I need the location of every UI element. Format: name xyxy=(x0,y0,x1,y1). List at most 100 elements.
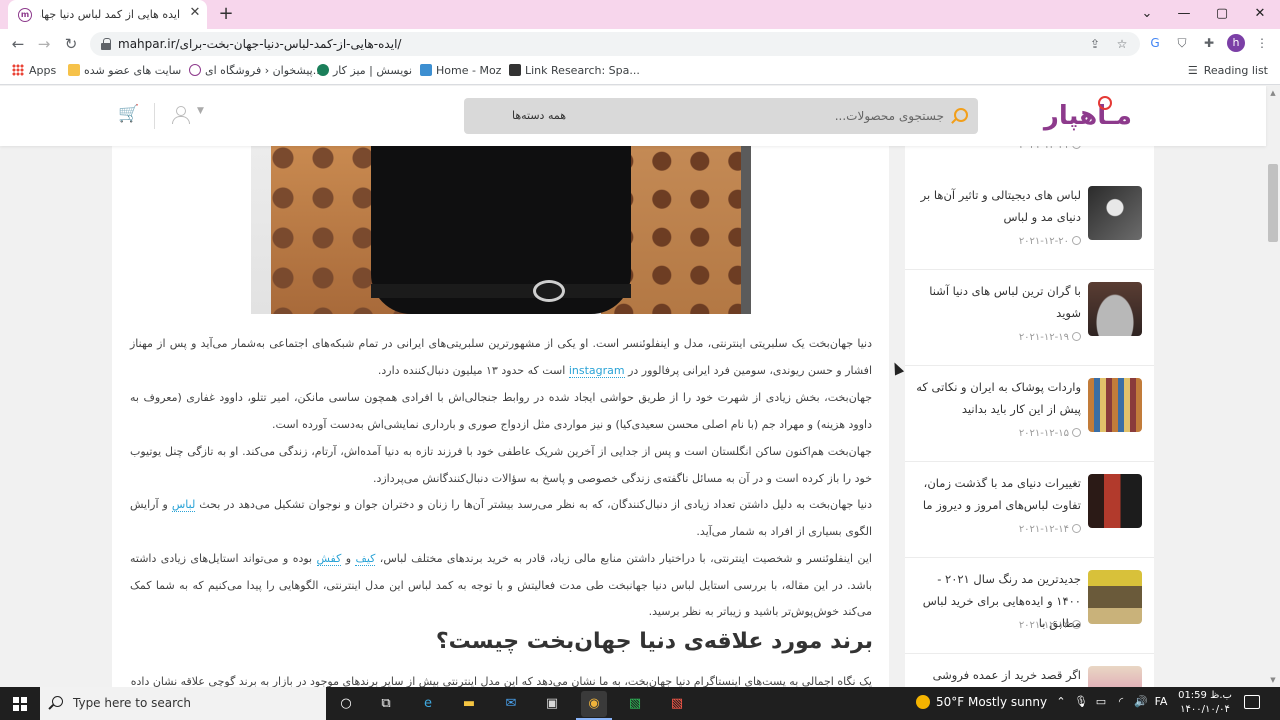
clock-time: 01:59 ب.ظ xyxy=(1178,690,1232,701)
taskbar-search-box[interactable]: Type here to search xyxy=(40,687,326,720)
cortana-icon[interactable]: ○ xyxy=(333,691,359,717)
chevron-down-icon[interactable]: ▼ xyxy=(197,106,204,116)
post-date: ۲۰۲۱-۱۲-۱۳ xyxy=(985,620,1081,631)
bookmark-folder-joined-sites[interactable]: سایت های عضو شده xyxy=(68,63,181,79)
header-divider xyxy=(154,103,155,129)
post-thumbnail[interactable] xyxy=(1088,282,1142,336)
post-thumbnail[interactable] xyxy=(1088,666,1142,687)
volume-icon[interactable]: 🔊 xyxy=(1133,695,1149,708)
clock-icon xyxy=(1072,524,1081,533)
tab-title: ایده هایی از کمد لباس دنیا جهان بخ xyxy=(40,8,180,21)
sidebar-post[interactable]: با گران ترین لباس های دنیا آشنا شوید ۲۰۲… xyxy=(905,270,1154,366)
sidebar-post[interactable]: تغییرات دنیای مد با گذشت زمان، تفاوت لبا… xyxy=(905,462,1154,558)
network-icon[interactable]: ◜ xyxy=(1113,695,1129,708)
address-bar[interactable]: mahpar.ir/ایده-هایی-از-کمد-لباس-دنیا-جها… xyxy=(90,32,1140,56)
forward-arrow-icon[interactable]: → xyxy=(34,34,54,54)
category-select[interactable]: همه دسته‌ها xyxy=(474,107,604,125)
user-account-icon[interactable] xyxy=(170,104,192,126)
site-logo[interactable]: مـاهپار xyxy=(1028,96,1132,136)
post-thumbnail[interactable] xyxy=(1088,378,1142,432)
section-heading: برند مورد علاقه‌ی دنیا جهان‌بخت چیست؟ xyxy=(435,629,873,654)
sidebar-post[interactable]: واردات پوشاک به ایران و نکاتی که پیش از … xyxy=(905,366,1154,462)
moz-icon xyxy=(420,64,432,76)
microphone-icon[interactable]: 🎙 xyxy=(1073,695,1089,708)
show-hidden-icons-icon[interactable]: ⌃ xyxy=(1053,695,1069,708)
article-paragraph: جهان‌بخت هم‌اکنون ساکن انگلستان است و پس… xyxy=(130,445,872,485)
post-title[interactable]: تغییرات دنیای مد با گذشت زمان، تفاوت لبا… xyxy=(915,472,1081,516)
cart-icon[interactable]: 🛒 xyxy=(118,104,139,124)
post-thumbnail[interactable] xyxy=(1088,474,1142,528)
logo-crown-icon xyxy=(1098,96,1112,110)
bookmark-apps[interactable]: Apps xyxy=(12,63,56,79)
post-date: ۲۰۲۱-۱۲-۱۵ xyxy=(985,428,1081,439)
profile-avatar[interactable]: h xyxy=(1227,34,1245,52)
minimize-icon[interactable]: — xyxy=(1174,4,1194,24)
back-arrow-icon[interactable]: ← xyxy=(8,34,28,54)
product-search-box: همه دسته‌ها xyxy=(464,98,978,134)
window-close-icon[interactable]: ✕ xyxy=(1250,4,1270,24)
shoes-link[interactable]: کفش xyxy=(316,552,342,566)
article-paragraph: دنیا جهان‌بخت به دلیل داشتن تعداد زیادی … xyxy=(130,498,872,538)
weather-widget[interactable]: 50°F Mostly sunny xyxy=(916,695,1047,709)
url-text[interactable]: mahpar.ir/ایده-هایی-از-کمد-لباس-دنیا-جها… xyxy=(118,37,401,51)
reading-list-button[interactable]: ☰ Reading list xyxy=(1188,63,1268,79)
post-thumbnail[interactable] xyxy=(1088,186,1142,240)
post-title[interactable]: با گران ترین لباس های دنیا آشنا شوید xyxy=(915,280,1081,324)
shield-extension-icon[interactable]: ⛉ xyxy=(1173,34,1191,52)
new-tab-icon[interactable]: + xyxy=(217,4,235,24)
bookmark-moz[interactable]: Home - Moz xyxy=(420,63,501,79)
green-app-icon[interactable]: ▧ xyxy=(622,691,648,717)
link-research-icon xyxy=(509,64,521,76)
post-thumbnail[interactable] xyxy=(1088,570,1142,624)
tab-close-icon[interactable]: ✕ xyxy=(188,6,202,20)
post-date: ۲۰۲۱-۱۲-۲۰ xyxy=(985,236,1081,247)
clock-icon xyxy=(1072,428,1081,437)
battery-icon[interactable]: ▭ xyxy=(1093,695,1109,708)
red-app-icon[interactable]: ▧ xyxy=(664,691,690,717)
translate-extension-icon[interactable]: G xyxy=(1146,34,1164,52)
windows-logo-icon xyxy=(13,697,27,711)
language-icon[interactable]: FA xyxy=(1153,695,1169,708)
notifications-icon[interactable] xyxy=(1244,695,1260,709)
post-title[interactable]: اگر قصد خرید از عمده فروشی لباس در xyxy=(915,664,1081,687)
site-favicon-icon: m xyxy=(18,8,32,22)
chrome-menu-icon[interactable]: ⋮ xyxy=(1253,34,1271,52)
bookmark-link-research[interactable]: Link Research: Spa... xyxy=(509,63,640,79)
post-title[interactable]: لباس های دیجیتالی و تاثیر آن‌ها بر دنیای… xyxy=(915,184,1081,228)
tab-search-chevron-icon[interactable]: ⌄ xyxy=(1137,4,1157,24)
post-title[interactable]: واردات پوشاک به ایران و نکاتی که پیش از … xyxy=(915,376,1081,420)
search-icon[interactable] xyxy=(954,108,968,122)
task-view-icon[interactable]: ⧉ xyxy=(373,691,399,717)
start-button[interactable] xyxy=(0,687,40,720)
hero-belt xyxy=(371,284,631,298)
product-search-input[interactable] xyxy=(694,106,944,126)
clothing-link[interactable]: لباس xyxy=(171,498,196,512)
article-paragraph: این اینفلوئنسر و شخصیت اینترنتی، با دراخ… xyxy=(130,552,872,618)
sidebar-post[interactable]: جدیدترین مد رنگ سال ۲۰۲۱ - ۱۴۰۰ و ایده‌ه… xyxy=(905,558,1154,654)
scroll-down-icon[interactable]: ▼ xyxy=(1268,675,1278,685)
sidebar-post[interactable]: لباس های دیجیتالی و تاثیر آن‌ها بر دنیای… xyxy=(905,174,1154,270)
taskbar-clock[interactable]: 01:59 ب.ظ ۱۴۰۰/۱۰/۰۴ xyxy=(1175,689,1235,717)
maximize-icon[interactable]: ▢ xyxy=(1212,4,1232,24)
reload-icon[interactable]: ↻ xyxy=(61,34,81,54)
browser-tab[interactable]: m ایده هایی از کمد لباس دنیا جهان بخ ✕ xyxy=(8,0,207,29)
related-posts-sidebar: ۲۰۲۱-۱۲-۲۱ لباس های دیجیتالی و تاثیر آن‌… xyxy=(905,140,1154,687)
edge-icon[interactable]: e xyxy=(415,691,441,717)
bookmark-star-icon[interactable]: ☆ xyxy=(1114,36,1130,52)
sidebar-post[interactable]: اگر قصد خرید از عمده فروشی لباس در xyxy=(905,654,1154,687)
extensions-puzzle-icon[interactable]: ✚ xyxy=(1200,34,1218,52)
bag-link[interactable]: کیف xyxy=(355,552,376,566)
mail-icon[interactable]: ✉ xyxy=(498,691,524,717)
instagram-link[interactable]: instagram xyxy=(568,363,625,378)
bookmark-nevisesh[interactable]: نویسش | میز کار xyxy=(317,63,412,79)
nevisesh-icon xyxy=(317,64,329,76)
lock-icon[interactable] xyxy=(101,38,111,50)
file-explorer-icon[interactable]: ▬ xyxy=(456,691,482,717)
store-icon[interactable]: ▣ xyxy=(539,691,565,717)
chrome-taskbar-icon[interactable]: ◉ xyxy=(581,691,607,717)
share-icon[interactable]: ⇪ xyxy=(1087,36,1103,52)
bookmark-store-dashboard[interactable]: پیشخوان ‹ فروشگاه ای... xyxy=(189,63,323,79)
article-paragraph: دنیا جهان‌بخت یک سلبریتی اینترنتی، مدل و… xyxy=(130,337,872,378)
scroll-up-icon[interactable]: ▲ xyxy=(1268,88,1278,98)
scrollbar-thumb[interactable] xyxy=(1268,164,1278,242)
